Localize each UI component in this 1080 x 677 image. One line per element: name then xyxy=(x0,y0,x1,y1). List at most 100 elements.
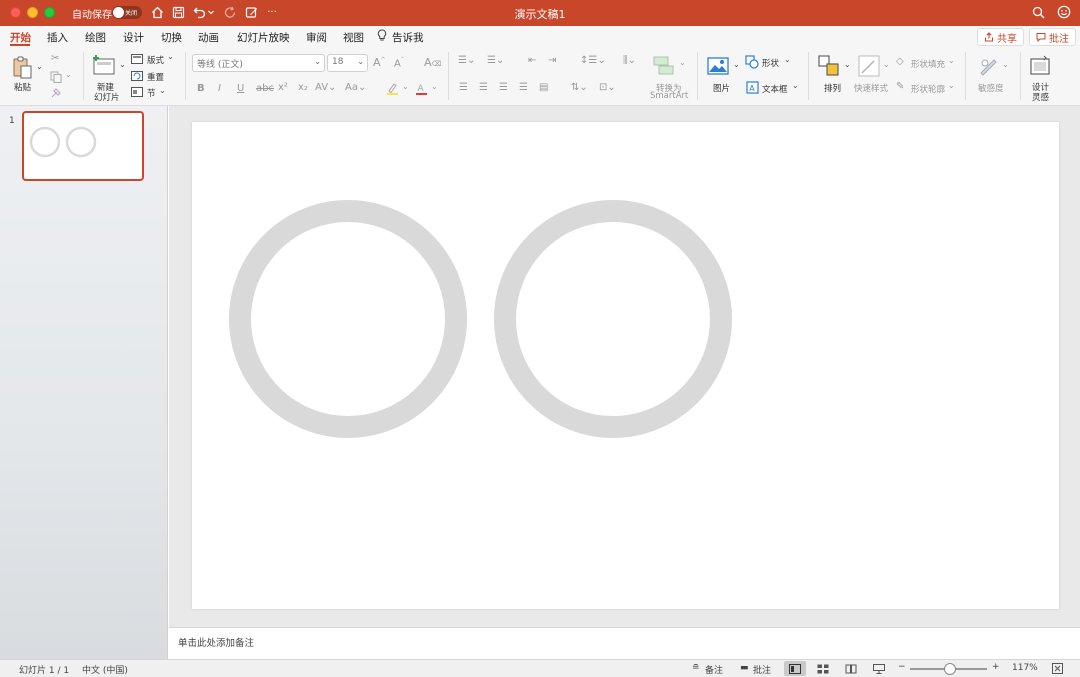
slide-canvas[interactable] xyxy=(192,122,1059,609)
tab-home[interactable]: 开始 xyxy=(10,30,31,45)
change-case-icon[interactable]: Aa⌄ xyxy=(345,82,366,93)
numbering-icon[interactable]: ☰⌄ xyxy=(487,55,504,66)
align-left-icon[interactable]: ☰ xyxy=(459,82,468,93)
decrease-indent-icon[interactable]: ⇤ xyxy=(528,55,536,66)
convert-smartart-icon[interactable] xyxy=(652,54,678,76)
slideshow-button[interactable] xyxy=(868,661,890,676)
cut-icon[interactable]: ✂ xyxy=(51,53,59,64)
language-indicator[interactable]: 中文 (中国) xyxy=(82,663,128,676)
shape-fill-icon[interactable]: ◇ xyxy=(896,56,904,67)
shape-outline-label[interactable]: 形状轮廓 xyxy=(911,83,945,95)
picture-icon[interactable] xyxy=(706,56,730,76)
tab-slideshow[interactable]: 幻灯片放映 xyxy=(237,30,290,45)
quick-styles-dropdown-icon[interactable]: ⌄ xyxy=(883,60,890,69)
strikethrough-icon[interactable]: abc xyxy=(256,83,274,94)
comments-button[interactable]: 批注 xyxy=(1029,28,1076,46)
zoom-slider-handle[interactable] xyxy=(944,663,956,675)
undo-icon[interactable] xyxy=(192,5,206,19)
increase-font-icon[interactable]: A^ xyxy=(373,56,386,69)
subscript-icon[interactable]: x₂ xyxy=(298,82,308,93)
quick-styles-icon[interactable] xyxy=(857,54,883,78)
layout-icon[interactable] xyxy=(130,53,143,64)
columns-icon[interactable]: ⫼⌄ xyxy=(623,55,636,66)
tab-transitions[interactable]: 切换 xyxy=(161,30,182,45)
copy-dropdown-icon[interactable]: ⌄ xyxy=(65,70,72,79)
tab-review[interactable]: 审阅 xyxy=(306,30,327,45)
increase-indent-icon[interactable]: ⇥ xyxy=(548,55,556,66)
slide-thumbnail-panel[interactable]: 1 xyxy=(0,106,168,659)
align-center-icon[interactable]: ☰ xyxy=(479,82,488,93)
highlight-dropdown-icon[interactable]: ⌄ xyxy=(402,82,409,91)
minimize-window-button[interactable] xyxy=(27,7,38,18)
paste-dropdown-icon[interactable]: ⌄ xyxy=(36,62,43,71)
edit-icon[interactable] xyxy=(244,5,258,19)
font-color-dropdown-icon[interactable]: ⌄ xyxy=(431,82,438,91)
home-icon[interactable] xyxy=(150,5,164,19)
comments-toggle-button[interactable]: 批注 xyxy=(753,663,771,676)
notes-pane[interactable]: 单击此处添加备注 xyxy=(169,627,1080,659)
close-window-button[interactable] xyxy=(10,7,21,18)
redo-icon[interactable] xyxy=(223,5,237,19)
textbox-icon[interactable]: A xyxy=(745,80,759,94)
section-dropdown-icon[interactable]: ⌄ xyxy=(159,86,166,95)
zoom-out-button[interactable]: − xyxy=(898,662,906,672)
arrange-icon[interactable] xyxy=(817,54,841,78)
reading-view-button[interactable] xyxy=(840,661,862,676)
font-name-select[interactable]: 等线 (正文) ⌄ xyxy=(192,54,325,72)
search-icon[interactable] xyxy=(1031,5,1045,19)
shape-fill-label[interactable]: 形状填充 xyxy=(911,58,945,70)
font-color-icon[interactable]: A xyxy=(414,81,428,95)
share-button[interactable]: 共享 xyxy=(977,28,1024,46)
tab-design[interactable]: 设计 xyxy=(123,30,144,45)
smartart-dropdown-icon[interactable]: ⌄ xyxy=(679,58,686,67)
sensitivity-icon[interactable] xyxy=(976,54,1000,78)
ring-shape-left[interactable] xyxy=(229,200,467,438)
clear-formatting-icon[interactable]: A⌫ xyxy=(424,56,441,69)
justify-icon[interactable]: ☰ xyxy=(519,82,528,93)
tab-draw[interactable]: 绘图 xyxy=(85,30,106,45)
feedback-smiley-icon[interactable] xyxy=(1057,5,1071,19)
new-slide-dropdown-icon[interactable]: ⌄ xyxy=(119,60,126,69)
notes-toggle-icon[interactable]: ≘ xyxy=(692,663,700,673)
tab-insert[interactable]: 插入 xyxy=(47,30,68,45)
slide-thumbnail[interactable] xyxy=(22,111,144,181)
designer-icon[interactable] xyxy=(1028,54,1052,78)
notes-toggle-button[interactable]: 备注 xyxy=(705,663,723,676)
reset-icon[interactable] xyxy=(130,70,143,81)
tab-tell-me[interactable]: 告诉我 xyxy=(392,30,424,45)
tab-animations[interactable]: 动画 xyxy=(198,30,219,45)
new-slide-icon[interactable] xyxy=(91,53,117,77)
textbox-label[interactable]: 文本框 xyxy=(762,83,788,95)
shape-outline-dropdown-icon[interactable]: ⌄ xyxy=(948,81,955,90)
underline-icon[interactable]: U xyxy=(237,83,244,94)
align-text-icon[interactable]: ⊡⌄ xyxy=(599,82,616,93)
save-icon[interactable] xyxy=(171,5,185,19)
fit-to-window-button[interactable] xyxy=(1046,661,1068,676)
font-size-select[interactable]: 18 ⌄ xyxy=(327,54,368,72)
comments-toggle-icon[interactable]: ▬ xyxy=(740,663,749,673)
shapes-dropdown-icon[interactable]: ⌄ xyxy=(784,55,791,64)
undo-dropdown-icon[interactable] xyxy=(206,5,216,19)
picture-dropdown-icon[interactable]: ⌄ xyxy=(733,60,740,69)
format-painter-icon[interactable] xyxy=(49,86,62,99)
bullets-icon[interactable]: ☰⌄ xyxy=(458,55,475,66)
decrease-font-icon[interactable]: Aˇ xyxy=(394,57,404,69)
layout-dropdown-icon[interactable]: ⌄ xyxy=(167,52,174,61)
section-label[interactable]: 节 xyxy=(147,87,156,99)
section-icon[interactable] xyxy=(130,86,143,97)
layout-label[interactable]: 版式 xyxy=(147,54,164,66)
reset-label[interactable]: 重置 xyxy=(147,71,164,83)
copy-icon[interactable] xyxy=(49,70,62,83)
slide-sorter-button[interactable] xyxy=(812,661,834,676)
zoom-window-button[interactable] xyxy=(44,7,55,18)
character-spacing-icon[interactable]: AV⌄ xyxy=(315,82,336,93)
more-icon[interactable]: ··· xyxy=(264,5,280,19)
highlight-icon[interactable] xyxy=(385,81,399,95)
paste-icon[interactable] xyxy=(10,54,34,80)
italic-icon[interactable]: I xyxy=(218,83,221,94)
autosave-toggle[interactable]: 关闭 xyxy=(112,6,142,19)
shape-outline-icon[interactable]: ✎ xyxy=(896,81,904,92)
line-spacing-icon[interactable]: ↕☰⌄ xyxy=(580,55,606,66)
normal-view-button[interactable] xyxy=(784,661,806,676)
ring-shape-right[interactable] xyxy=(494,200,732,438)
